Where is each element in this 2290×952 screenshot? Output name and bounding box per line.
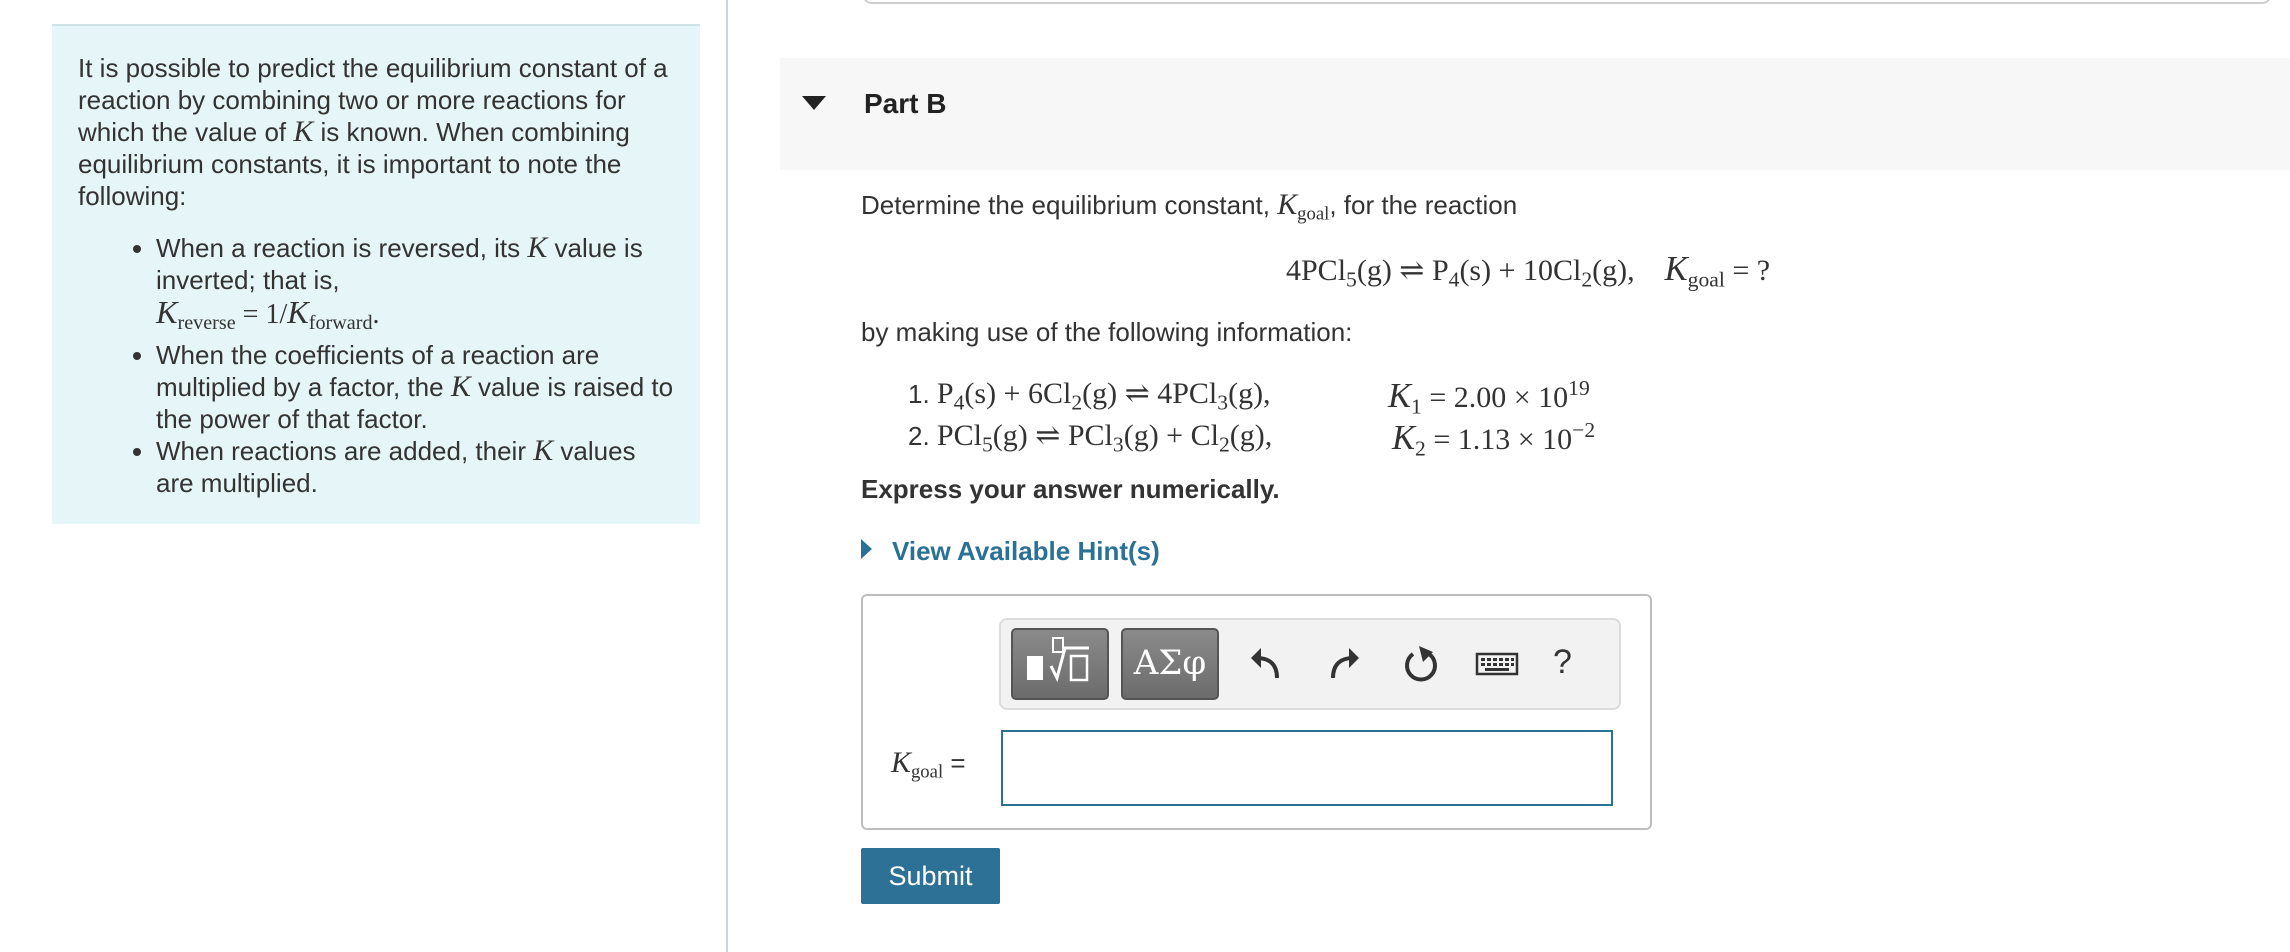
info-intro-text: by making use of the following informati…: [861, 317, 1353, 347]
answer-box: ΑΣφ ? Kgoal =: [861, 594, 1652, 830]
k2-value: K2 = 1.13 × 10−2: [1392, 418, 1596, 461]
redo-icon[interactable]: [1323, 640, 1363, 688]
column-divider: [726, 0, 728, 952]
info-bullets: When a reaction is reversed, its K value…: [78, 232, 674, 499]
answer-instruction: Express your answer numerically.: [861, 474, 1280, 504]
k1-value: K1 = 2.00 × 1019: [1388, 376, 1590, 419]
help-icon[interactable]: ?: [1553, 638, 1572, 686]
reverse-formula: Kreverse = 1/Kforward.: [156, 294, 380, 335]
reset-icon[interactable]: [1399, 640, 1443, 688]
info-panel: It is possible to predict the equilibriu…: [52, 24, 700, 524]
info-intro: It is possible to predict the equilibriu…: [78, 53, 668, 211]
answer-label: Kgoal =: [891, 746, 966, 783]
templates-button[interactable]: [1011, 628, 1109, 700]
part-title: Part B: [864, 88, 947, 119]
collapse-caret-icon[interactable]: [802, 96, 826, 110]
view-hints-link[interactable]: View Available Hint(s): [861, 536, 1160, 567]
templates-icon: [1027, 637, 1089, 683]
undo-icon[interactable]: [1247, 640, 1287, 688]
part-header[interactable]: Part B: [780, 58, 2290, 170]
reaction-2: 2. PCl5(g) ⇌ PCl3(g) + Cl2(g),: [908, 419, 1273, 457]
answer-input[interactable]: [1001, 730, 1613, 806]
expand-caret-icon: [861, 539, 872, 559]
submit-button[interactable]: Submit: [861, 848, 1000, 904]
math-toolbar: ΑΣφ ?: [999, 618, 1621, 710]
info-bullet-added: When reactions are added, their K values…: [156, 435, 674, 499]
goal-reaction: 4PCl5(g) ⇌ P4(s) + 10Cl2(g), Kgoal = ?: [1286, 250, 1771, 292]
info-bullet-coefficients: When the coefficients of a reaction are …: [156, 339, 674, 435]
question-prompt: Determine the equilibrium constant, Kgoa…: [861, 188, 1518, 225]
previous-part-frame: [862, 0, 2272, 4]
reaction-1: 1. P4(s) + 6Cl2(g) ⇌ 4PCl3(g),: [908, 377, 1271, 415]
keyboard-icon[interactable]: [1475, 640, 1519, 688]
info-bullet-reversed: When a reaction is reversed, its K value…: [156, 232, 674, 339]
symbols-button[interactable]: ΑΣφ: [1121, 628, 1219, 700]
